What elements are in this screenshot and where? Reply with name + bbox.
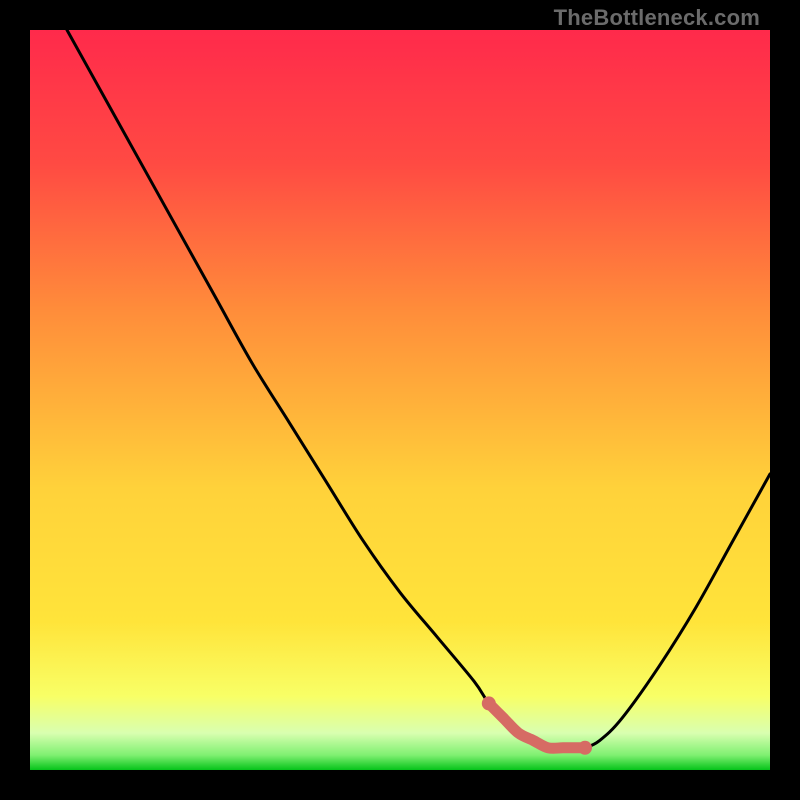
plot-area: [30, 30, 770, 770]
watermark-text: TheBottleneck.com: [554, 5, 760, 31]
chart-frame: [30, 30, 770, 770]
bottleneck-curve: [30, 30, 770, 770]
